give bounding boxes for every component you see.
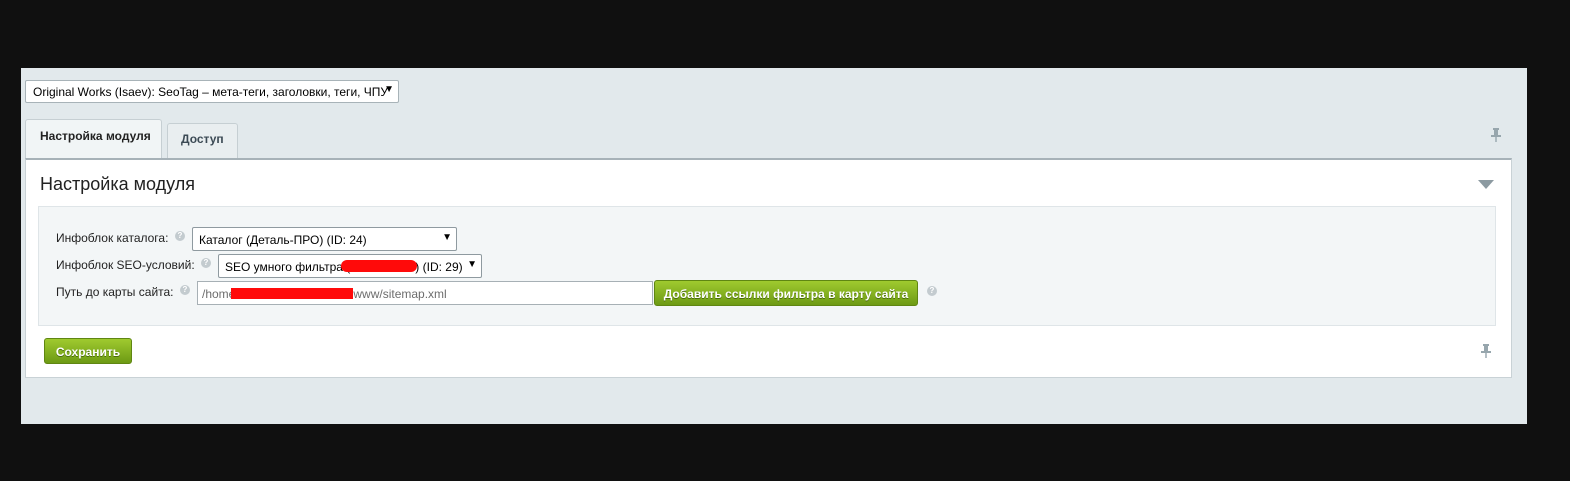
- dropdown-arrow-icon: ▼: [384, 84, 394, 95]
- help-icon[interactable]: ?: [927, 286, 937, 296]
- module-select[interactable]: Original Works (Isaev): SeoTag – мета-те…: [25, 80, 399, 103]
- settings-panel: Original Works (Isaev): SeoTag – мета-те…: [21, 68, 1527, 424]
- dropdown-arrow-icon: ▼: [442, 232, 452, 243]
- collapse-triangle-icon[interactable]: [1478, 180, 1494, 189]
- seo-iblock-value-suffix: ) (ID: 29): [415, 260, 463, 274]
- tab-label: Доступ: [181, 132, 224, 146]
- module-settings-section: Настройка модуля Инфоблок каталога: ? Ка…: [25, 158, 1512, 378]
- sitemap-path-suffix: www/sitemap.xml: [353, 287, 447, 301]
- seo-iblock-select[interactable]: SEO умного фильтра ( ) (ID: 29) ▼: [218, 254, 482, 278]
- tab-label: Настройка модуля: [40, 129, 151, 143]
- sitemap-label: Путь до карты сайта:: [56, 285, 174, 299]
- redaction-mark: [231, 288, 353, 299]
- tab-module-settings[interactable]: Настройка модуля: [25, 119, 162, 159]
- add-filter-links-button[interactable]: Добавить ссылки фильтра в карту сайта: [654, 280, 918, 306]
- section-title: Настройка модуля: [40, 174, 195, 194]
- save-button[interactable]: Сохранить: [44, 338, 132, 364]
- help-icon[interactable]: ?: [180, 285, 190, 295]
- tab-access[interactable]: Доступ: [167, 123, 238, 159]
- dropdown-arrow-icon: ▼: [467, 259, 477, 270]
- pin-icon[interactable]: [1491, 128, 1501, 145]
- pin-icon[interactable]: [1481, 344, 1491, 361]
- seo-iblock-label: Инфоблок SEO-условий:: [56, 258, 195, 272]
- sitemap-path-input[interactable]: /home www/sitemap.xml: [197, 281, 653, 305]
- help-icon[interactable]: ?: [201, 258, 211, 268]
- help-icon[interactable]: ?: [175, 231, 185, 241]
- catalog-iblock-label: Инфоблок каталога:: [56, 231, 169, 245]
- settings-form: Инфоблок каталога: ? Каталог (Деталь-ПРО…: [38, 206, 1496, 326]
- catalog-iblock-select[interactable]: Каталог (Деталь-ПРО) (ID: 24) ▼: [192, 227, 457, 251]
- seo-iblock-value-prefix: SEO умного фильтра (: [225, 260, 351, 274]
- redaction-mark: [341, 260, 417, 272]
- module-select-value: Original Works (Isaev): SeoTag – мета-те…: [33, 85, 389, 99]
- catalog-iblock-value: Каталог (Деталь-ПРО) (ID: 24): [199, 233, 367, 247]
